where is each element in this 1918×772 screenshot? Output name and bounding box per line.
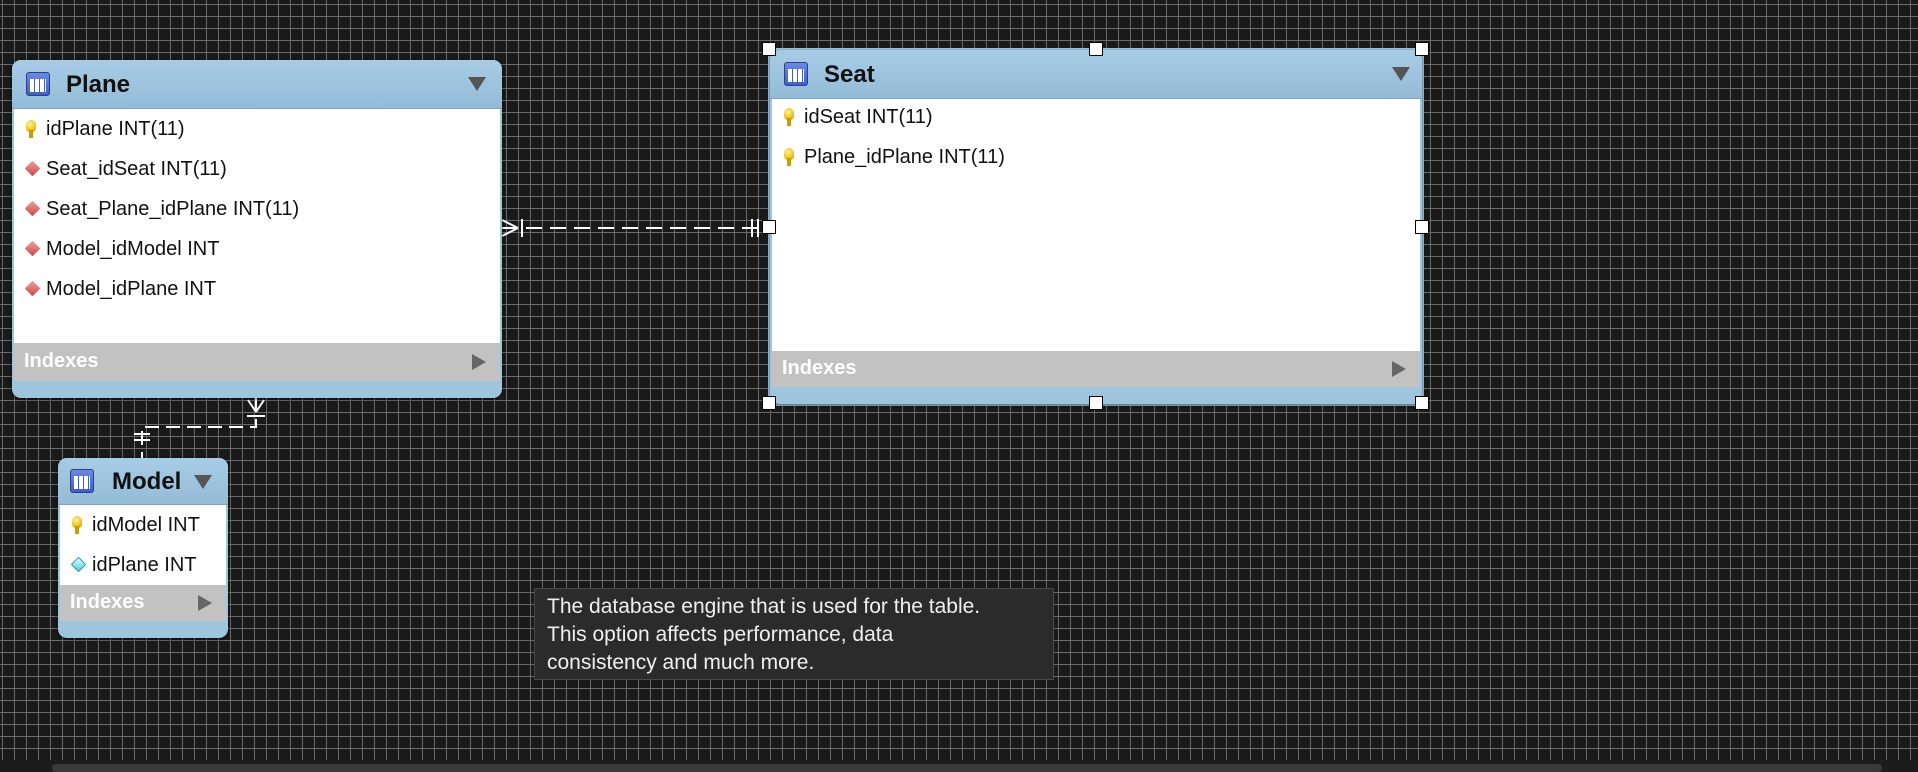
column-label: Model_idModel INT (46, 238, 220, 260)
table-icon (26, 72, 50, 96)
column-row[interactable]: Seat_idSeat INT(11) (14, 151, 500, 187)
column-row[interactable]: idPlane INT(11) (14, 111, 500, 147)
column-label: Seat_Plane_idPlane INT(11) (46, 198, 300, 220)
horizontal-scrollbar[interactable] (52, 764, 1882, 772)
entity-title: Plane (66, 71, 131, 98)
indexes-label: Indexes (70, 591, 145, 613)
column-label: idPlane INT (92, 554, 197, 576)
column-label: idModel INT (92, 514, 200, 536)
indexes-section[interactable]: Indexes (772, 351, 1420, 387)
column-row[interactable]: Seat_Plane_idPlane INT(11) (14, 191, 500, 227)
primary-key-icon (784, 148, 794, 166)
expand-arrow-icon[interactable] (1392, 361, 1406, 377)
column-label: idPlane INT(11) (46, 118, 185, 140)
column-label: Seat_idSeat INT(11) (46, 158, 227, 180)
resize-handle-bottom-left[interactable] (762, 396, 776, 410)
tooltip-line: The database engine that is used for the… (547, 595, 981, 618)
expand-arrow-icon[interactable] (472, 354, 486, 370)
entity-header[interactable]: Plane (12, 60, 502, 109)
table-icon (784, 62, 808, 86)
indexes-section[interactable]: Indexes (14, 343, 500, 381)
foreign-key-icon (24, 280, 41, 297)
resize-handle-bottom-right[interactable] (1415, 396, 1429, 410)
indexes-section[interactable]: Indexes (60, 585, 226, 621)
primary-key-icon (784, 108, 794, 126)
column-label: Plane_idPlane INT(11) (804, 146, 1005, 168)
attribute-icon (70, 556, 87, 573)
entity-title: Seat (824, 61, 875, 88)
column-row[interactable]: idPlane INT (60, 547, 226, 583)
column-row[interactable]: Plane_idPlane INT(11) (772, 139, 1420, 175)
resize-handle-right[interactable] (1415, 220, 1429, 234)
entity-seat[interactable]: Seat idSeat INT(11) Plane_idPlane INT(11… (770, 50, 1422, 404)
expand-arrow-icon[interactable] (198, 595, 212, 611)
column-label: Model_idPlane INT (46, 278, 217, 300)
indexes-label: Indexes (782, 357, 857, 379)
collapse-toggle-icon[interactable] (468, 77, 486, 91)
foreign-key-icon (24, 240, 41, 257)
column-list: idPlane INT(11) Seat_idSeat INT(11) Seat… (14, 109, 500, 343)
entity-title: Model (112, 468, 182, 495)
resize-handle-left[interactable] (762, 220, 776, 234)
tooltip-line: This option affects performance, data (547, 623, 894, 646)
column-list: idSeat INT(11) Plane_idPlane INT(11) (772, 99, 1420, 351)
resize-handle-top-left[interactable] (762, 42, 776, 56)
collapse-toggle-icon[interactable] (194, 475, 212, 489)
collapse-toggle-icon[interactable] (1392, 67, 1410, 81)
entity-plane[interactable]: Plane idPlane INT(11) Seat_idSeat INT(11… (12, 60, 502, 398)
column-row[interactable]: Model_idPlane INT (14, 271, 500, 307)
table-icon (70, 469, 94, 493)
relationship-plane-model[interactable] (141, 398, 257, 458)
tooltip-line: consistency and much more. (547, 651, 815, 674)
primary-key-icon (26, 120, 36, 138)
column-row[interactable]: idModel INT (60, 507, 226, 543)
entity-header[interactable]: Seat (770, 50, 1422, 99)
primary-key-icon (72, 516, 82, 534)
resize-handle-bottom[interactable] (1089, 396, 1103, 410)
foreign-key-icon (24, 160, 41, 177)
column-row[interactable]: Model_idModel INT (14, 231, 500, 267)
tooltip: The database engine that is used for the… (534, 588, 1054, 680)
column-label: idSeat INT(11) (804, 106, 933, 128)
column-list: idModel INT idPlane INT (60, 505, 226, 585)
entity-model[interactable]: Model idModel INT idPlane INT Indexes (58, 458, 228, 638)
foreign-key-icon (24, 200, 41, 217)
indexes-label: Indexes (24, 350, 99, 372)
resize-handle-top[interactable] (1089, 42, 1103, 56)
column-row[interactable]: idSeat INT(11) (772, 99, 1420, 135)
entity-header[interactable]: Model (58, 458, 228, 505)
resize-handle-top-right[interactable] (1415, 42, 1429, 56)
